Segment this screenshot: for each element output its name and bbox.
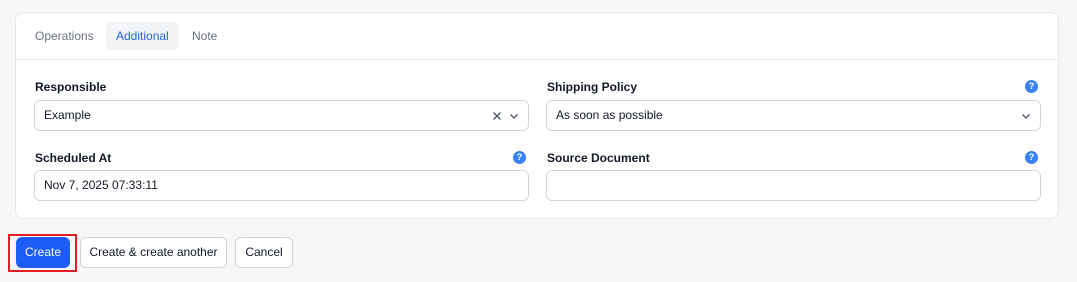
tab-note[interactable]: Note bbox=[182, 22, 227, 50]
help-icon[interactable]: ? bbox=[1025, 80, 1038, 93]
source-document-label: Source Document bbox=[547, 151, 650, 165]
create-another-button[interactable]: Create & create another bbox=[80, 237, 227, 268]
help-icon[interactable]: ? bbox=[513, 151, 526, 164]
tab-additional[interactable]: Additional bbox=[106, 22, 179, 50]
shipping-policy-select[interactable]: As soon as possible bbox=[546, 100, 1041, 131]
tab-bar: Operations Additional Note bbox=[16, 13, 1058, 60]
responsible-select[interactable]: Example bbox=[34, 100, 529, 131]
create-button[interactable]: Create bbox=[16, 237, 70, 268]
responsible-label: Responsible bbox=[35, 80, 107, 94]
source-document-input[interactable] bbox=[546, 170, 1041, 201]
scheduled-at-value: Nov 7, 2025 07:33:11 bbox=[44, 178, 158, 192]
shipping-policy-value: As soon as possible bbox=[556, 108, 663, 122]
chevron-down-icon[interactable] bbox=[509, 101, 519, 130]
responsible-value: Example bbox=[44, 108, 91, 122]
cancel-button[interactable]: Cancel bbox=[235, 237, 293, 268]
chevron-down-icon[interactable] bbox=[1021, 101, 1031, 130]
help-icon[interactable]: ? bbox=[1025, 151, 1038, 164]
tab-operations[interactable]: Operations bbox=[25, 22, 104, 50]
scheduled-at-input[interactable]: Nov 7, 2025 07:33:11 bbox=[34, 170, 529, 201]
form-card: Operations Additional Note Responsible E… bbox=[15, 12, 1059, 219]
clear-icon[interactable] bbox=[492, 101, 502, 130]
shipping-policy-label: Shipping Policy bbox=[547, 80, 638, 94]
scheduled-at-label: Scheduled At bbox=[35, 151, 112, 165]
